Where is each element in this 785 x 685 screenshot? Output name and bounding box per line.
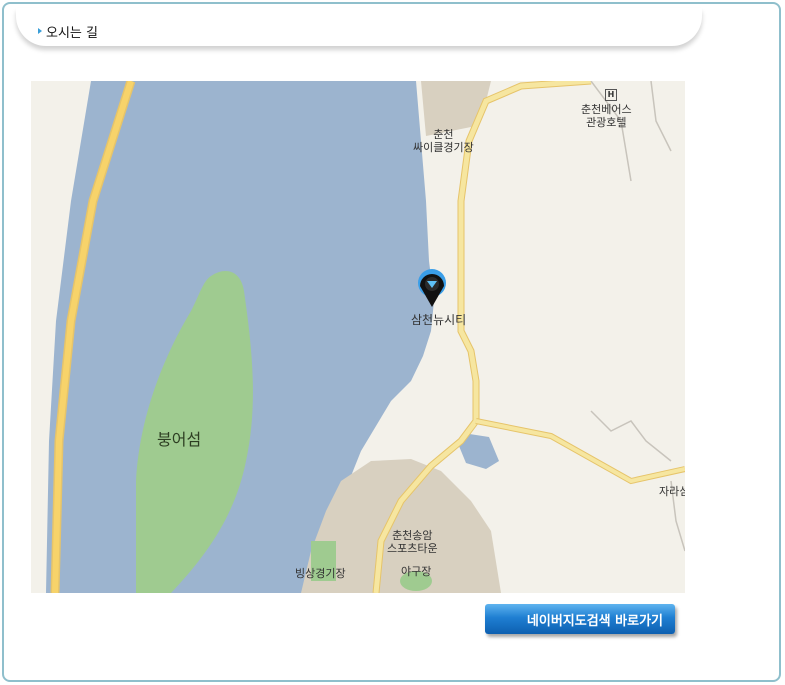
map-graphic (31, 81, 685, 593)
map-label-cycle-stadium: 춘천 싸이클경기장 (413, 128, 474, 154)
map-label-ice-rink: 빙상경기장 (295, 567, 346, 580)
map-label-sports-town: 춘천송암 스포츠타운 (387, 529, 438, 555)
map-label-island: 붕어섬 (157, 430, 202, 449)
location-marker-icon[interactable] (417, 269, 447, 309)
map-label-hotel: 춘천베어스 관광호텔 (581, 103, 632, 129)
hotel-icon: H (605, 89, 617, 101)
location-map[interactable]: 춘천 싸이클경기장 H 춘천베어스 관광호텔 삼천뉴시티 붕어섬 춘천송암 스포츠타운… (31, 81, 685, 593)
map-label-baseball: 야구장 (401, 565, 432, 578)
map-label-marker: 삼천뉴시티 (411, 313, 467, 327)
section-header: 오시는 길 (16, 8, 702, 46)
section-title: 오시는 길 (46, 26, 98, 41)
map-label-edge-right: 자라섬 (659, 485, 685, 498)
bullet-icon (38, 28, 42, 34)
naver-map-button[interactable]: 네이버지도검색 바로가기 (485, 604, 675, 634)
